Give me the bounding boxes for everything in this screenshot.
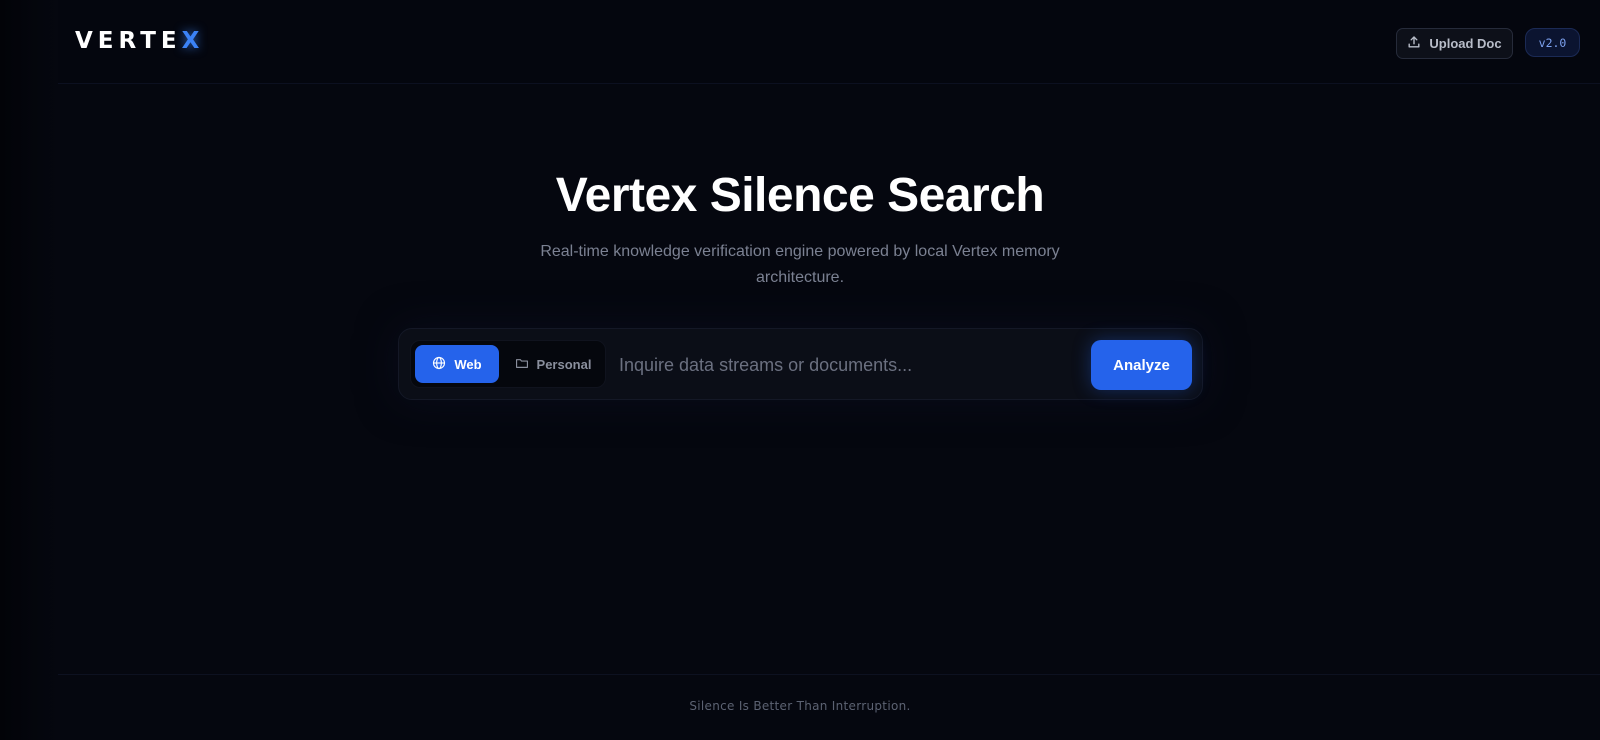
page-subtitle: Real-time knowledge verification engine … bbox=[540, 243, 1060, 286]
left-edge-shadow bbox=[0, 0, 58, 740]
vertex-logo[interactable]: VERTEX bbox=[75, 28, 204, 54]
upload-icon bbox=[1407, 35, 1421, 52]
logo-text: VERTE bbox=[75, 28, 182, 54]
globe-icon bbox=[432, 356, 446, 373]
search-mode-toggle: Web Personal bbox=[410, 340, 606, 388]
analyze-button[interactable]: Analyze bbox=[1091, 340, 1192, 390]
top-bar bbox=[58, 0, 1600, 84]
mode-web-label: Web bbox=[454, 356, 482, 372]
version-badge: v2.0 bbox=[1525, 28, 1580, 57]
footer-tagline: Silence Is Better Than Interruption. bbox=[689, 699, 911, 713]
search-input[interactable] bbox=[619, 343, 1079, 387]
page-title: Vertex Silence Search bbox=[555, 169, 1045, 222]
logo-accent-letter: X bbox=[181, 28, 205, 54]
upload-doc-label: Upload Doc bbox=[1429, 36, 1502, 51]
folder-icon bbox=[515, 356, 529, 373]
search-bar: Web Personal Analyze bbox=[398, 328, 1203, 400]
mode-personal-label: Personal bbox=[536, 356, 592, 372]
upload-doc-button[interactable]: Upload Doc bbox=[1396, 28, 1513, 59]
mode-personal-button[interactable]: Personal bbox=[505, 345, 601, 383]
mode-web-button[interactable]: Web bbox=[415, 345, 499, 383]
footer-divider bbox=[58, 674, 1600, 675]
